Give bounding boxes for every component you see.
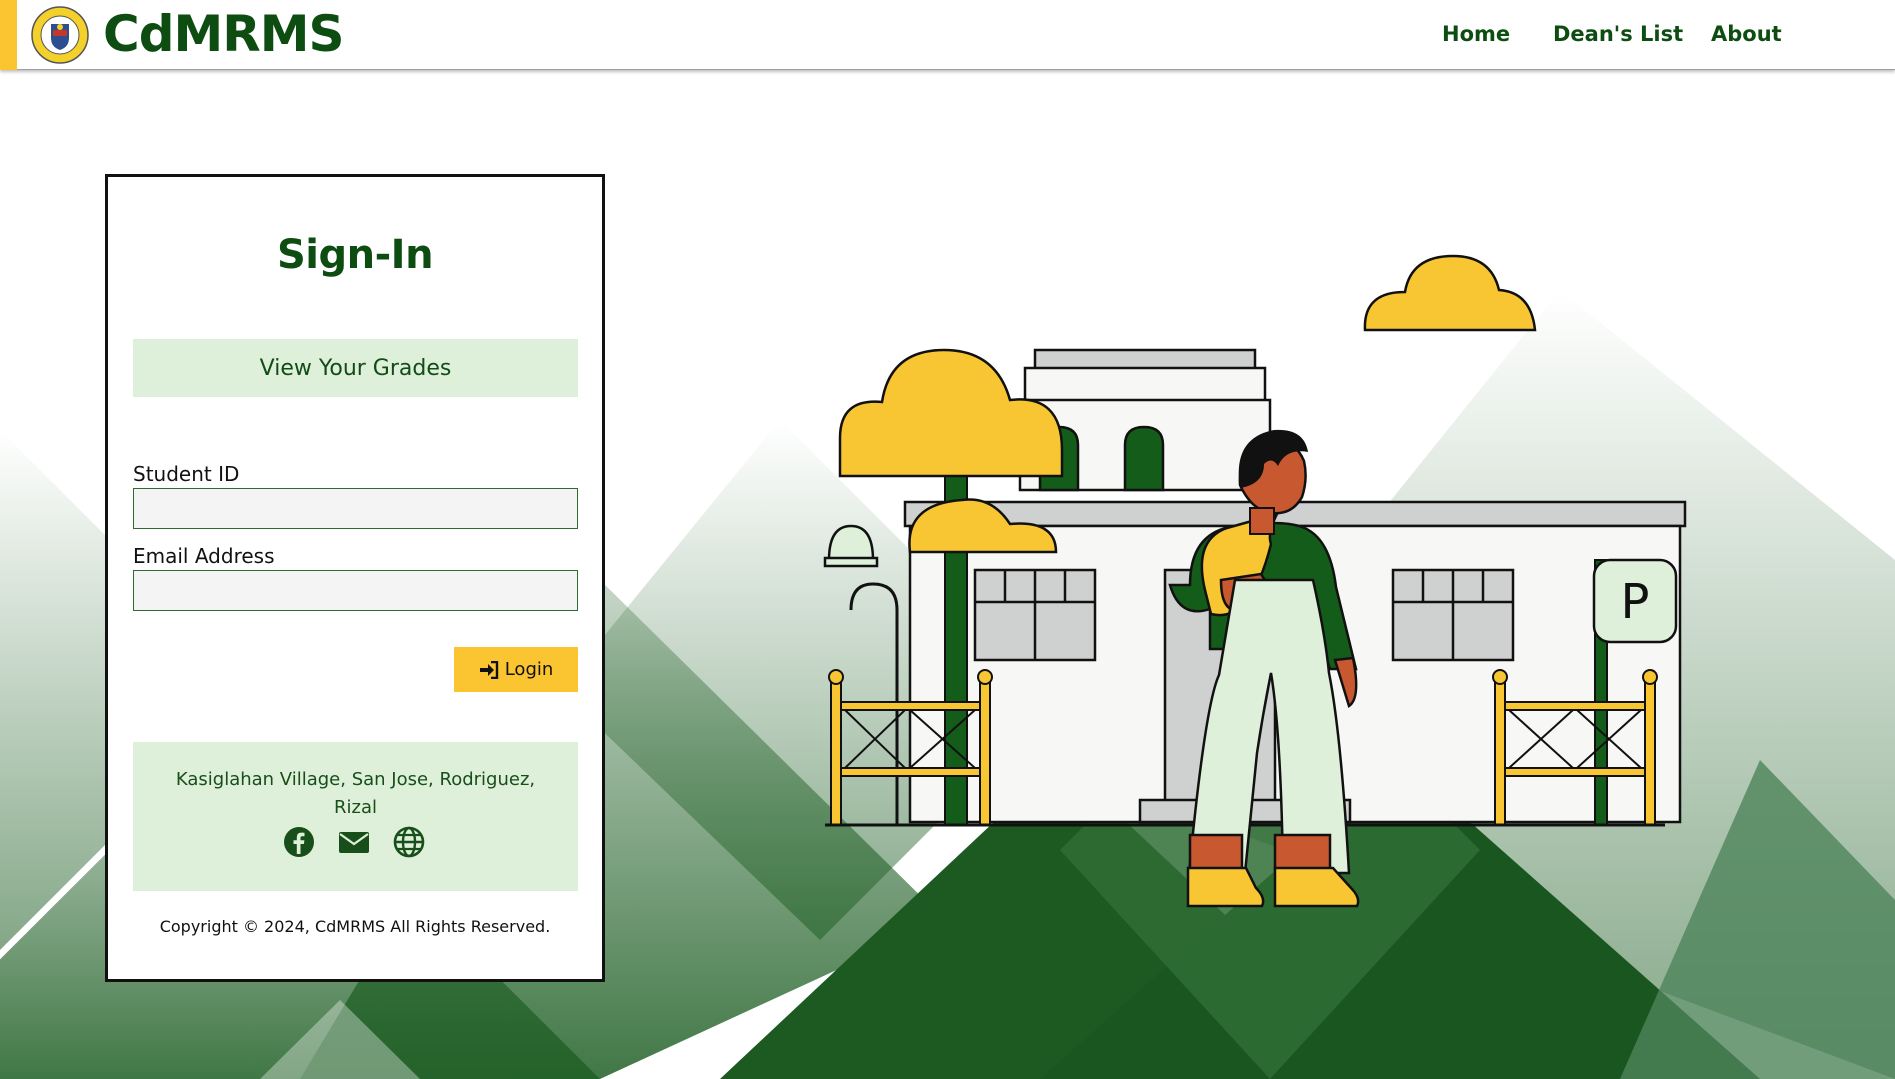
top-navbar: CdMRMS Home Dean's List About [0,0,1895,70]
svg-text:P: P [1621,574,1650,630]
signin-card: Sign-In View Your Grades Student ID Emai… [105,174,605,982]
signin-title: Sign-In [276,232,434,278]
email-label: Email Address [133,544,275,568]
view-grades-label: View Your Grades [259,355,452,381]
email-input[interactable] [133,570,578,611]
view-grades-button[interactable]: View Your Grades [133,339,578,397]
nav-home-link[interactable]: Home [1442,20,1510,48]
student-id-input[interactable] [133,488,578,529]
contact-info-box: Kasiglahan Village, San Jose, Rodriguez,… [133,742,578,891]
building-window-left [973,568,1097,662]
login-button[interactable]: Login [454,647,578,692]
facebook-icon[interactable] [283,826,315,858]
school-address: Kasiglahan Village, San Jose, Rodriguez,… [175,769,536,818]
main-nav: Home Dean's List About [0,20,1895,50]
envelope-icon[interactable] [338,826,370,858]
student-id-label: Student ID [133,462,240,486]
building-window-right [1391,568,1515,662]
nav-deans-list-link[interactable]: Dean's List [1553,20,1683,48]
globe-icon[interactable] [393,826,425,858]
copyright-text: Copyright © 2024, CdMRMS All Rights Rese… [159,917,551,936]
social-links [133,826,578,860]
login-label: Login [504,659,554,680]
school-student-illustration: P [823,254,1687,908]
nav-about-link[interactable]: About [1711,20,1782,48]
sign-in-icon [479,660,498,679]
